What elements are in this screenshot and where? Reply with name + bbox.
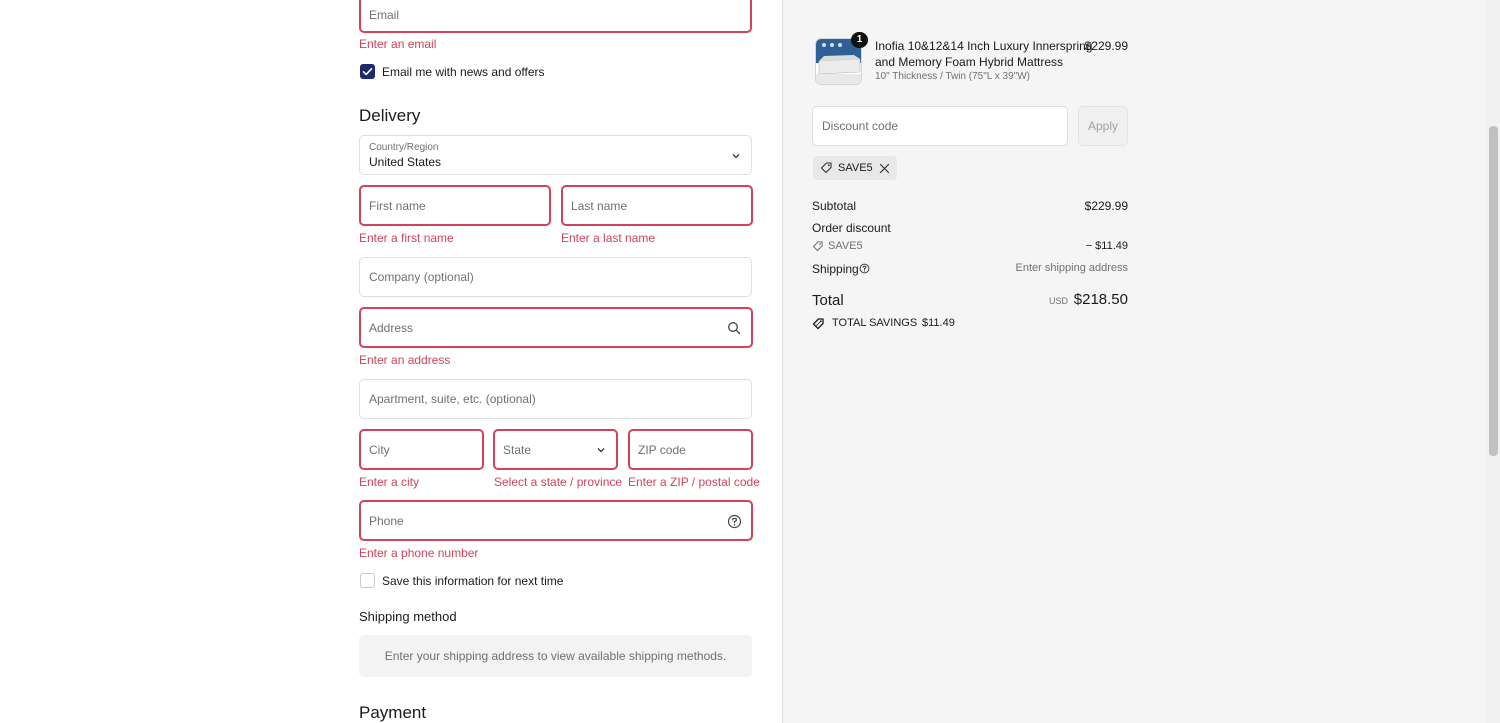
country-label: Country/Region	[369, 142, 439, 153]
scrollbar-thumb[interactable]	[1489, 126, 1498, 456]
apply-discount-button[interactable]: Apply	[1078, 106, 1128, 146]
product-price: $229.99	[1084, 39, 1128, 53]
tag-icon	[820, 162, 832, 174]
address-field[interactable]: Address	[359, 307, 753, 348]
phone-field[interactable]: Phone	[359, 500, 753, 541]
country-select[interactable]: Country/Region United States	[359, 135, 752, 175]
product-title-line2: and Memory Foam Hybrid Mattress	[875, 55, 1064, 69]
discount-value: − $11.49	[1085, 240, 1128, 252]
quantity-badge: 1	[851, 32, 868, 48]
shipping-method-notice: Enter your shipping address to view avai…	[359, 635, 752, 677]
save-info-label: Save this information for next time	[382, 574, 564, 588]
email-placeholder: Email	[369, 8, 400, 23]
first-name-error: Enter a first name	[359, 231, 454, 245]
city-field[interactable]: City	[359, 429, 484, 470]
state-placeholder: State	[503, 442, 532, 457]
discount-code-input[interactable]: Discount code	[812, 106, 1068, 146]
zip-placeholder: ZIP code	[638, 442, 686, 457]
shipping-method-message: Enter your shipping address to view avai…	[384, 649, 727, 663]
state-error: Select a state / province	[494, 475, 623, 489]
address-placeholder: Address	[369, 320, 414, 335]
news-checkbox[interactable]	[360, 64, 375, 79]
first-name-placeholder: First name	[369, 198, 426, 213]
checkout-form-column: Email Enter an email Email me with news …	[0, 0, 782, 723]
total-value: $218.50	[1073, 291, 1128, 308]
product-variant: 10" Thickness / Twin (75"L x 39"W)	[875, 71, 1030, 82]
country-value: United States	[369, 155, 442, 169]
last-name-error: Enter a last name	[561, 231, 656, 245]
last-name-field[interactable]: Last name	[561, 185, 753, 226]
order-discount-label: Order discount	[812, 221, 891, 235]
applied-discount-code: SAVE5	[838, 162, 873, 174]
tag-icon	[812, 241, 823, 252]
chevron-down-icon	[732, 154, 740, 159]
checkmark-icon	[362, 68, 373, 76]
shipping-label: Shipping	[812, 262, 859, 276]
search-icon	[728, 322, 741, 335]
currency-code: USD	[1049, 296, 1069, 306]
total-savings-value: $11.49	[922, 317, 955, 329]
apartment-placeholder: Apartment, suite, etc. (optional)	[369, 392, 536, 406]
email-field[interactable]: Email	[359, 0, 752, 33]
company-placeholder: Company (optional)	[369, 270, 474, 284]
subtotal-label: Subtotal	[812, 199, 857, 213]
payment-heading: Payment	[359, 703, 427, 722]
last-name-placeholder: Last name	[571, 198, 628, 213]
phone-placeholder: Phone	[369, 513, 404, 528]
shipping-method-heading: Shipping method	[359, 609, 457, 624]
close-icon[interactable]	[879, 163, 890, 174]
delivery-heading: Delivery	[359, 106, 421, 125]
address-error: Enter an address	[359, 353, 451, 367]
company-field[interactable]: Company (optional)	[359, 257, 752, 297]
chevron-down-icon	[597, 448, 605, 453]
help-circle-icon[interactable]	[727, 514, 742, 529]
total-savings-label: TOTAL SAVINGS	[832, 317, 918, 329]
total-label: Total	[812, 292, 844, 309]
zip-field[interactable]: ZIP code	[628, 429, 753, 470]
discount-code-text: SAVE5	[828, 240, 863, 252]
state-select[interactable]: State	[493, 429, 618, 470]
zip-error: Enter a ZIP / postal code	[628, 475, 760, 489]
city-placeholder: City	[369, 442, 390, 457]
subtotal-value: $229.99	[1084, 199, 1128, 213]
save-info-checkbox[interactable]	[360, 573, 375, 588]
discount-code-placeholder: Discount code	[822, 119, 899, 133]
help-circle-icon[interactable]	[859, 263, 870, 274]
city-error: Enter a city	[359, 475, 420, 489]
apartment-field[interactable]: Apartment, suite, etc. (optional)	[359, 379, 752, 419]
savings-tag-icon	[812, 318, 824, 330]
first-name-field[interactable]: First name	[359, 185, 551, 226]
shipping-value: Enter shipping address	[1015, 262, 1128, 274]
phone-error: Enter a phone number	[359, 546, 479, 560]
applied-discount-chip: SAVE5	[813, 156, 897, 180]
email-error: Enter an email	[359, 37, 437, 51]
news-checkbox-label: Email me with news and offers	[382, 65, 545, 79]
